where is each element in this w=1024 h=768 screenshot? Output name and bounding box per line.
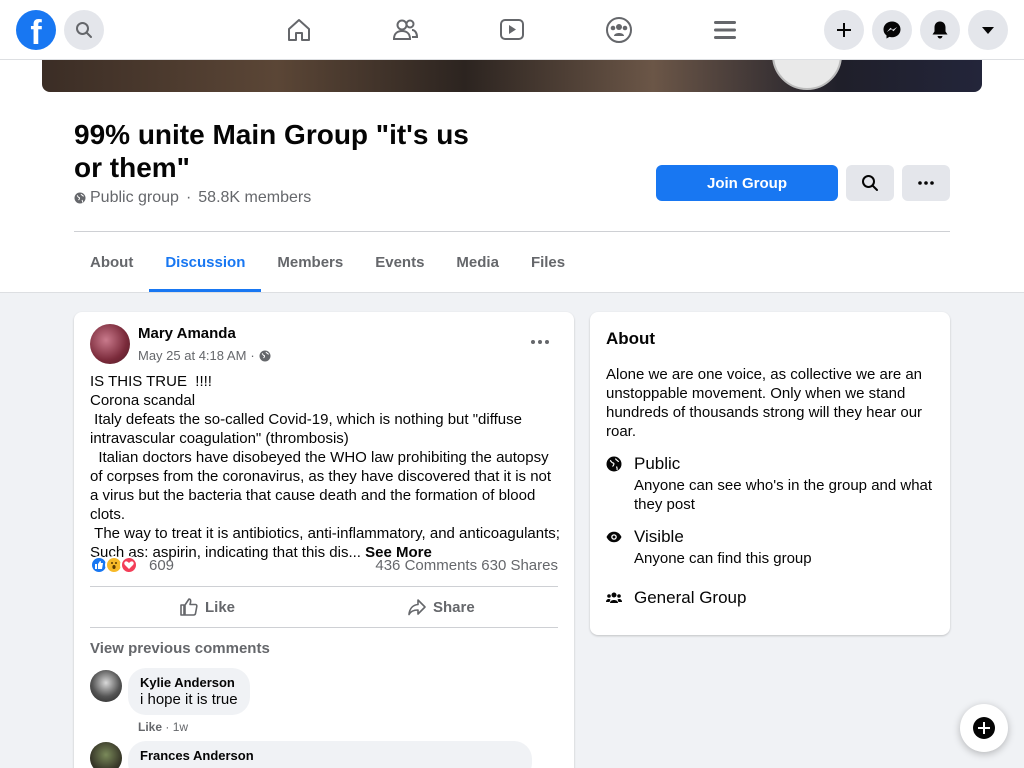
like-icon [180, 598, 198, 616]
group-tabs: About Discussion Members Events Media Fi… [74, 232, 581, 292]
share-label: Share [433, 598, 475, 616]
visible-title: Visible [634, 527, 684, 546]
notifications-button[interactable] [920, 10, 960, 50]
like-label: Like [205, 598, 236, 616]
commenter-avatar[interactable] [90, 670, 122, 702]
eye-icon [606, 527, 622, 547]
menu-icon [714, 21, 736, 39]
messenger-button[interactable] [872, 10, 912, 50]
about-description: Alone we are one voice, as collective we… [606, 366, 923, 440]
privacy-label[interactable]: Public group [90, 189, 179, 207]
account-button[interactable] [968, 10, 1008, 50]
facebook-logo[interactable]: f [16, 10, 56, 50]
group-title[interactable]: 99% unite Main Group "it's us or them" [74, 118, 504, 184]
comment-bubble: Frances Anderson [128, 741, 532, 768]
reaction-summary[interactable]: 609 [90, 556, 174, 574]
comment-bubble: Kylie Anderson i hope it is true [128, 668, 250, 715]
post-date-separator: · [250, 348, 255, 363]
search-icon [862, 175, 878, 191]
reaction-icons [90, 556, 138, 574]
cover-seal [772, 60, 842, 90]
author-avatar[interactable] [90, 324, 130, 364]
create-icon [837, 23, 851, 37]
join-group-button[interactable]: Join Group [656, 165, 838, 201]
post-body: IS THIS TRUE !!!! Corona scandal Italy d… [90, 373, 560, 561]
share-icon [408, 599, 426, 616]
search-group-button[interactable] [846, 165, 894, 201]
search-icon [76, 22, 92, 38]
public-description: Anyone can see who's in the group and wh… [634, 477, 933, 513]
comment-meta-separator: · [165, 720, 170, 734]
meta-separator: · [185, 189, 192, 206]
actions-bottom-divider [90, 627, 558, 628]
actions-top-divider [90, 586, 558, 587]
friends-icon [392, 19, 419, 40]
about-heading: About [606, 329, 656, 348]
more-dots-icon [918, 181, 934, 185]
commenter-name[interactable]: Frances Anderson [140, 748, 520, 763]
group-type: General Group [634, 588, 747, 607]
globe-icon [74, 192, 86, 204]
like-button[interactable]: Like [179, 587, 235, 627]
post-author[interactable]: Mary Amanda [138, 325, 236, 342]
nav-menu[interactable] [709, 14, 741, 46]
love-reaction-icon [120, 556, 138, 574]
tab-about[interactable]: About [74, 232, 149, 292]
groups-icon [606, 17, 632, 43]
nav-home[interactable] [283, 14, 315, 46]
notifications-icon [932, 21, 948, 39]
about-public: Public Anyone can see who's in the group… [606, 454, 934, 514]
comment-count[interactable]: 436 Comments [375, 557, 477, 574]
cover-photo[interactable] [42, 60, 982, 92]
post-timestamp: May 25 at 4:18 AM · [138, 348, 271, 363]
account-caret-icon [982, 27, 994, 34]
new-message-icon [973, 717, 995, 739]
comment-text: i hope it is true [140, 691, 238, 708]
tab-files[interactable]: Files [515, 232, 581, 292]
group-meta: Public group · 58.8K members [74, 189, 311, 207]
nav-watch[interactable] [496, 14, 528, 46]
messenger-icon [883, 21, 901, 39]
commenter-avatar[interactable] [90, 742, 122, 768]
globe-icon [606, 454, 622, 474]
reaction-count: 609 [149, 556, 175, 574]
about-card: About Alone we are one voice, as collect… [590, 312, 950, 635]
share-count[interactable]: 630 Shares [481, 557, 558, 574]
more-options-button[interactable] [902, 165, 950, 201]
nav-friends[interactable] [389, 14, 421, 46]
tab-discussion[interactable]: Discussion [149, 232, 262, 292]
about-visible: Visible Anyone can find this group [606, 527, 934, 568]
share-button[interactable]: Share [407, 587, 475, 627]
post-date[interactable]: May 25 at 4:18 AM [138, 348, 246, 363]
tab-events[interactable]: Events [359, 232, 440, 292]
create-button[interactable] [824, 10, 864, 50]
top-navigation-bar: f [0, 0, 1024, 60]
visible-description: Anyone can find this group [634, 550, 812, 567]
tab-media[interactable]: Media [440, 232, 515, 292]
about-group-type: General Group [606, 588, 746, 608]
people-icon [606, 588, 622, 608]
view-previous-comments[interactable]: View previous comments [90, 640, 270, 657]
globe-icon [259, 350, 271, 361]
new-message-button[interactable] [960, 704, 1008, 752]
more-dots-icon [531, 340, 549, 344]
member-count[interactable]: 58.8K members [198, 189, 311, 207]
logo-letter: f [30, 14, 42, 50]
comment-time[interactable]: 1w [173, 720, 188, 734]
public-title: Public [634, 454, 681, 473]
search-button[interactable] [64, 10, 104, 50]
comment-meta: Like · 1w [138, 720, 188, 734]
post-text: IS THIS TRUE !!!! Corona scandal Italy d… [90, 372, 560, 562]
post-menu-button[interactable] [524, 332, 556, 352]
nav-groups[interactable] [603, 14, 635, 46]
watch-icon [500, 19, 524, 40]
post-card: Mary Amanda May 25 at 4:18 AM · IS THIS … [74, 312, 574, 768]
commenter-name[interactable]: Kylie Anderson [140, 675, 238, 690]
home-icon [288, 19, 310, 41]
tab-members[interactable]: Members [261, 232, 359, 292]
comment-like-button[interactable]: Like [138, 720, 162, 734]
post-stats: 436 Comments 630 Shares [375, 557, 558, 574]
